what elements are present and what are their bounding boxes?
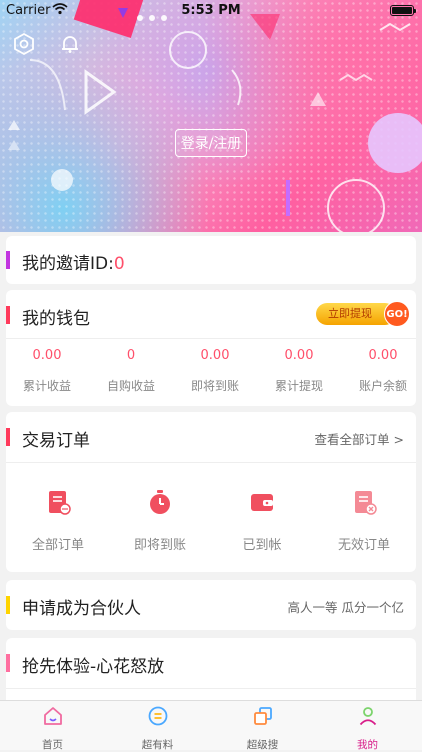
order-filter-invalid[interactable]: 无效订单	[314, 488, 414, 553]
stat-total-income[interactable]: 0.00 累计收益	[6, 348, 88, 394]
withdraw-button[interactable]: 立即提现 GO!	[316, 301, 410, 327]
stat-value: 0	[126, 348, 136, 363]
stat-pending-arrival[interactable]: 0.00 即将到账	[174, 348, 256, 394]
order-filter-arrived[interactable]: 已到帐	[212, 488, 312, 553]
view-all-orders-link[interactable]: 查看全部订单 >	[315, 429, 404, 448]
withdraw-go-badge: GO!	[384, 301, 410, 327]
section-accent-bar	[6, 428, 10, 446]
order-filter-label: 全部订单	[31, 538, 84, 553]
divider	[6, 338, 416, 339]
tab-super-search[interactable]: 超级搜	[210, 705, 315, 752]
stat-self-purchase-income[interactable]: 0 自购收益	[90, 348, 172, 394]
order-filter-label: 即将到账	[133, 538, 186, 553]
divider	[6, 462, 416, 463]
stat-label: 累计收益	[22, 379, 71, 393]
partner-title: 申请成为合伙人	[22, 599, 141, 619]
section-accent-bar	[6, 251, 10, 269]
orders-card: 交易订单 查看全部订单 > 全部订单 即将到账 已到帐 无效订单	[6, 412, 416, 572]
stat-account-balance[interactable]: 0.00 账户余额	[342, 348, 422, 394]
wallet-icon	[251, 494, 273, 511]
invalid-order-icon	[355, 491, 377, 515]
all-orders-icon	[49, 491, 71, 515]
invite-id-card: 我的邀请ID:0	[6, 236, 416, 284]
section-accent-bar	[6, 306, 10, 324]
battery-icon	[390, 5, 416, 16]
stat-label: 账户余额	[358, 379, 407, 393]
trial-title: 抢先体验-心花怒放	[22, 657, 165, 677]
order-filter-label: 无效订单	[337, 538, 390, 553]
stat-value: 0.00	[284, 348, 314, 363]
order-filter-pending[interactable]: 即将到账	[110, 488, 210, 553]
layers-icon	[253, 707, 272, 725]
tab-home[interactable]: 首页	[0, 705, 105, 752]
settings-hexagon-icon[interactable]	[12, 32, 36, 56]
stat-value: 0.00	[368, 348, 398, 363]
partner-apply-card[interactable]: 申请成为合伙人 高人一等 瓜分一个亿	[6, 580, 416, 630]
profile-hero-banner: 登录/注册	[0, 0, 422, 232]
stopwatch-icon	[150, 490, 170, 514]
login-register-button[interactable]: 登录/注册	[175, 129, 247, 157]
bell-icon[interactable]	[58, 32, 82, 56]
stat-label: 即将到账	[190, 379, 239, 393]
divider	[6, 688, 416, 689]
section-accent-bar	[6, 596, 10, 614]
order-filter-label: 已到帐	[242, 538, 282, 553]
tab-discover[interactable]: 超有料	[105, 705, 210, 752]
coin-icon	[148, 706, 167, 726]
stat-label: 累计提现	[274, 379, 323, 393]
wallet-card: 我的钱包 立即提现 GO! 0.00 累计收益 0 自购收益 0.00 即将到账…	[6, 290, 416, 406]
invite-id-value: 0	[113, 254, 125, 274]
section-accent-bar	[6, 654, 10, 672]
order-filter-all[interactable]: 全部订单	[8, 488, 108, 553]
invite-id-row: 我的邀请ID:0	[22, 249, 125, 274]
stat-label: 自购收益	[106, 379, 155, 393]
stat-value: 0.00	[200, 348, 230, 363]
stat-value: 0.00	[32, 348, 62, 363]
tab-mine[interactable]: 我的	[315, 705, 420, 752]
status-bar: Carrier 5:53 PM	[0, 0, 422, 22]
stat-total-withdrawn[interactable]: 0.00 累计提现	[258, 348, 340, 394]
profile-icon	[359, 707, 376, 726]
orders-title: 交易订单	[22, 431, 90, 451]
home-icon	[43, 707, 62, 725]
status-time: 5:53 PM	[181, 3, 241, 18]
bottom-tab-bar: 首页 超有料 超级搜 我的	[0, 700, 422, 752]
wallet-title: 我的钱包	[22, 309, 90, 329]
partner-slogan: 高人一等 瓜分一个亿	[287, 600, 404, 615]
invite-id-label: 我的邀请ID:	[22, 254, 114, 274]
